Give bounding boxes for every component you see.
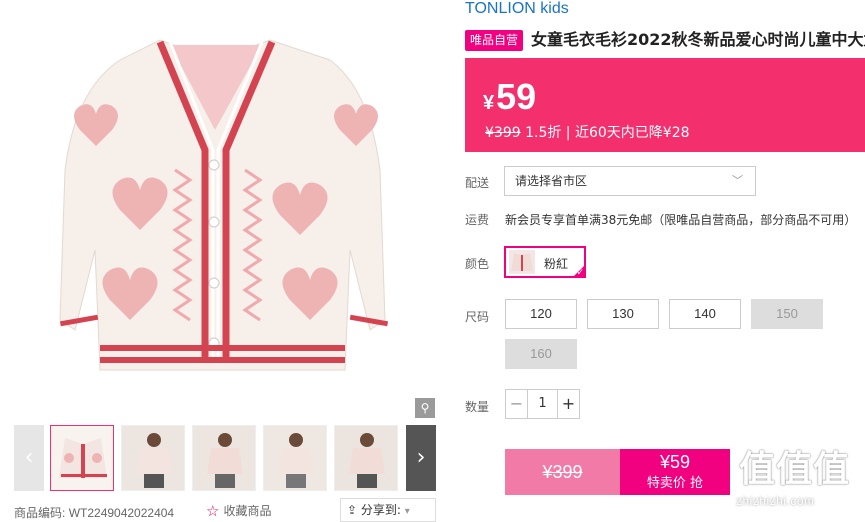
share-button[interactable]: ⇪ 分享到: ▾ (340, 498, 436, 522)
price-value: 59 (496, 76, 537, 117)
product-code-label: 商品编码: (14, 506, 66, 520)
region-select-value: 请选择省市区 (515, 174, 588, 188)
shipping-label: 运费 (465, 213, 490, 227)
price-panel: ¥59 ¥399 1.5折 | 近60天内已降¥28 (465, 58, 865, 152)
thumbnail-image (264, 426, 326, 490)
size-option-130[interactable]: 130 (587, 299, 659, 329)
size-option-140[interactable]: 140 (669, 299, 741, 329)
chevron-right-icon[interactable]: › (406, 425, 436, 491)
size-option-120[interactable]: 120 (505, 299, 577, 329)
discount-rate: 1.5折 (525, 125, 562, 141)
currency-symbol: ¥ (483, 92, 495, 114)
size-option-150: 150 (751, 299, 823, 329)
price-history: 近60天内已降¥28 (574, 125, 690, 141)
chevron-down-icon: ﹀ (732, 174, 743, 187)
original-price-button[interactable]: ¥399 (505, 449, 620, 495)
cardigan-illustration (59, 39, 389, 371)
product-title: 女童毛衣毛衫2022秋冬新品爱心时尚儿童中大童 (531, 30, 865, 49)
thumbnail[interactable] (263, 425, 327, 491)
buy-special-price: ¥59 (659, 452, 691, 472)
favorite-label: 收藏商品 (223, 504, 272, 518)
thumbnail-image (51, 426, 113, 490)
share-icon: ⇪ (347, 503, 358, 517)
quantity-label: 数量 (465, 400, 490, 414)
thumbnail-image (193, 426, 255, 490)
current-price: ¥59 (483, 76, 536, 118)
quantity-stepper: − 1 + (505, 389, 580, 419)
thumbnail[interactable] (334, 425, 398, 491)
size-option-160: 160 (505, 339, 577, 369)
color-option-label: 粉紅 (544, 257, 569, 271)
region-select[interactable]: 请选择省市区 ﹀ (504, 166, 756, 196)
delivery-label: 配送 (465, 176, 490, 190)
quantity-minus-button[interactable]: − (506, 390, 528, 418)
product-code: 商品编码: WT2249042022404 (14, 504, 174, 521)
product-page: ⚲ ‹ › 商品编码: WT2249042022404 ☆ 收藏商品 ⇪ 分享到:… (0, 0, 865, 522)
star-icon: ☆ (206, 502, 220, 520)
color-option-pink[interactable]: 粉紅 ✓ (504, 246, 586, 278)
zoom-icon[interactable]: ⚲ (415, 398, 435, 418)
product-code-value: WT2249042022404 (68, 506, 175, 520)
price-info: ¥399 1.5折 | 近60天内已降¥28 (485, 125, 690, 141)
thumbnail-image (335, 426, 397, 490)
main-product-image[interactable] (0, 0, 440, 420)
size-label: 尺码 (465, 310, 490, 324)
thumbnail[interactable] (121, 425, 185, 491)
share-label: 分享到: (360, 503, 401, 517)
chevron-down-icon: ▾ (404, 506, 410, 517)
buy-now-button[interactable]: ¥59 特卖价 抢 (620, 449, 730, 495)
buy-original-price: ¥399 (542, 462, 583, 482)
chevron-left-icon[interactable]: ‹ (14, 425, 44, 491)
check-icon: ✓ (576, 268, 584, 278)
buy-special-label: 特卖价 抢 (646, 476, 704, 491)
thumbnail-image (122, 426, 184, 490)
color-label: 颜色 (465, 257, 490, 271)
quantity-input[interactable]: 1 (528, 390, 557, 418)
color-swatch-image (511, 253, 533, 271)
quantity-plus-button[interactable]: + (557, 390, 579, 418)
site-watermark: 值值值 zhizhizhi.com (733, 436, 865, 522)
thumbnail[interactable] (50, 425, 114, 491)
shipping-text: 新会员专享首单满38元免邮（限唯品自营商品，部分商品不可用） (505, 213, 857, 227)
watermark-logo: 值值值 (739, 449, 851, 490)
self-operated-badge: 唯品自营 (465, 30, 524, 51)
thumbnail-strip: ‹ › (14, 425, 436, 491)
brand-link[interactable]: TONLION kids (465, 0, 569, 18)
watermark-url: zhizhizhi.com (736, 494, 815, 508)
product-meta: 商品编码: WT2249042022404 ☆ 收藏商品 ⇪ 分享到: ▾ (14, 498, 436, 522)
original-price: ¥399 (485, 125, 521, 141)
color-swatch (509, 250, 535, 274)
favorite-button[interactable]: ☆ 收藏商品 (206, 502, 271, 520)
thumbnail[interactable] (192, 425, 256, 491)
